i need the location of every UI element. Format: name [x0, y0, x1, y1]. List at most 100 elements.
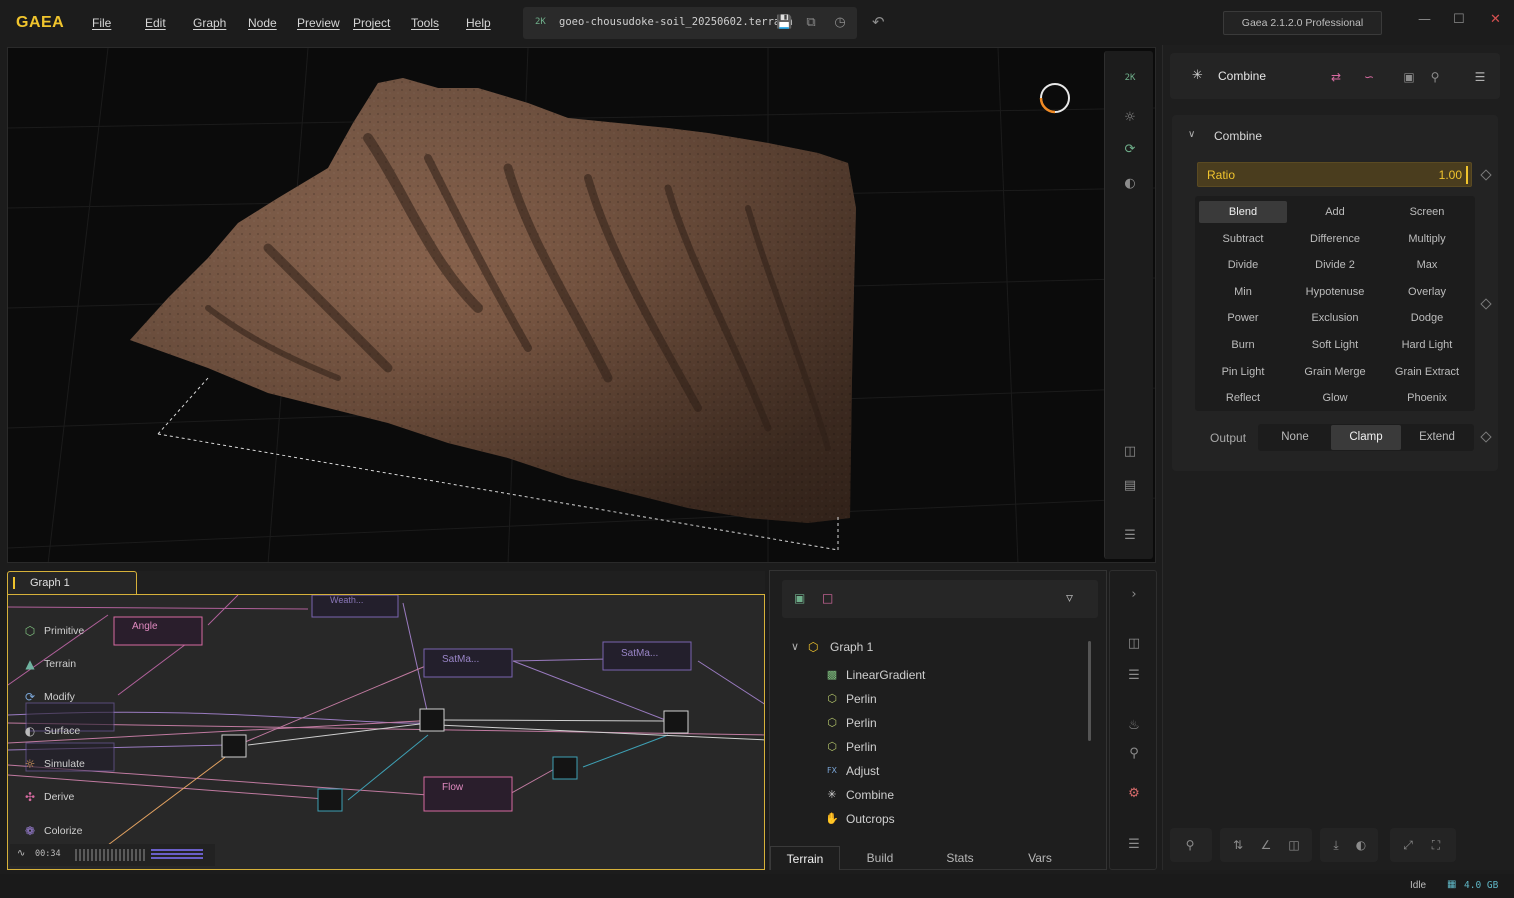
minimize-icon[interactable]: —: [1418, 12, 1431, 27]
hamburger-icon[interactable]: ☰: [1471, 68, 1489, 86]
mode-hypotenuse[interactable]: Hypotenuse: [1291, 281, 1379, 303]
tree-scrollbar[interactable]: [1088, 641, 1091, 741]
mode-overlay[interactable]: Overlay: [1383, 281, 1471, 303]
mode-multiply[interactable]: Multiply: [1383, 228, 1471, 250]
chevron-down-icon[interactable]: ∨: [1188, 129, 1195, 140]
mode-divide[interactable]: Divide: [1199, 254, 1287, 276]
pin-icon[interactable]: ⤓: [1328, 837, 1344, 853]
tree-item[interactable]: ✋ Outcrops: [825, 811, 1025, 829]
sun-icon[interactable]: ☼: [1121, 109, 1139, 127]
mode-phoenix[interactable]: Phoenix: [1383, 387, 1471, 409]
branch-icon[interactable]: ⚲: [1426, 68, 1444, 86]
node-weathering-title[interactable]: Weath...: [330, 595, 363, 605]
tree-item[interactable]: ▩ LinearGradient: [825, 667, 1025, 685]
tab-graph-1[interactable]: Graph 1: [7, 571, 137, 595]
category-modify[interactable]: ⟳ Modify: [10, 684, 100, 710]
mode-difference[interactable]: Difference: [1291, 228, 1379, 250]
category-surface[interactable]: ◐ Surface: [10, 718, 100, 744]
fullscreen-icon[interactable]: ⛶: [1428, 837, 1444, 853]
category-derive[interactable]: ✣ Derive: [10, 784, 100, 810]
mode-hard-light[interactable]: Hard Light: [1383, 334, 1471, 356]
viewport-menu-icon[interactable]: ☰: [1121, 527, 1139, 545]
mode-dodge[interactable]: Dodge: [1383, 307, 1471, 329]
swap-icon[interactable]: ⇄: [1327, 68, 1345, 86]
version-badge[interactable]: Gaea 2.1.2.0 Professional: [1223, 11, 1382, 35]
menu-file[interactable]: File: [92, 16, 111, 30]
history-icon[interactable]: ◷: [832, 15, 848, 31]
section-title[interactable]: Combine: [1214, 129, 1262, 143]
flame-icon[interactable]: ♨: [1125, 717, 1143, 735]
mode-max[interactable]: Max: [1383, 254, 1471, 276]
tab-vars[interactable]: Vars: [1008, 846, 1072, 870]
mode-glow[interactable]: Glow: [1291, 387, 1379, 409]
node-angle-title[interactable]: Angle: [132, 621, 158, 632]
undo-icon[interactable]: ↶: [872, 13, 888, 31]
menu-node[interactable]: Node: [248, 16, 277, 30]
refresh-icon[interactable]: ⟳: [1121, 141, 1139, 159]
menu-graph[interactable]: Graph: [193, 16, 226, 30]
mode-subtract[interactable]: Subtract: [1199, 228, 1287, 250]
mode-grain-merge[interactable]: Grain Merge: [1291, 361, 1379, 383]
output-extend[interactable]: Extend: [1402, 425, 1472, 450]
3d-viewport[interactable]: [7, 47, 1156, 563]
mode-exclusion[interactable]: Exclusion: [1291, 307, 1379, 329]
save-copy-icon[interactable]: ⧉: [803, 15, 819, 31]
close-icon[interactable]: ✕: [1490, 12, 1501, 27]
category-primitive[interactable]: ⬡ Primitive: [10, 618, 100, 644]
category-simulate[interactable]: ☼ Simulate: [10, 751, 100, 777]
deselect-icon[interactable]: □: [822, 591, 833, 605]
tree-item[interactable]: ✳ Combine: [825, 787, 1025, 805]
menu-tools[interactable]: Tools: [411, 16, 439, 30]
maximize-icon[interactable]: ☐: [1453, 12, 1465, 27]
tab-terrain[interactable]: Terrain: [770, 846, 840, 870]
mode-soft-light[interactable]: Soft Light: [1291, 334, 1379, 356]
mode-pin-light[interactable]: Pin Light: [1199, 361, 1287, 383]
curve-icon[interactable]: ∽: [1360, 68, 1378, 86]
menu-help[interactable]: Help: [466, 16, 491, 30]
output-clamp[interactable]: Clamp: [1331, 425, 1401, 450]
mode-divide-2[interactable]: Divide 2: [1291, 254, 1379, 276]
mode-burn[interactable]: Burn: [1199, 334, 1287, 356]
ratio-slider[interactable]: Ratio 1.00: [1197, 162, 1472, 187]
menu-project[interactable]: Project: [353, 16, 390, 30]
tab-build[interactable]: Build: [848, 846, 912, 870]
hierarchy-icon[interactable]: ☰: [1125, 667, 1143, 685]
menu-edit[interactable]: Edit: [145, 16, 166, 30]
chevron-down-icon[interactable]: ∨: [788, 640, 802, 654]
node-graph[interactable]: Angle Weath... SatMa... SatMa... Flow: [7, 594, 765, 870]
node-satmap-title[interactable]: SatMa...: [442, 654, 479, 665]
menu-preview[interactable]: Preview: [297, 16, 340, 30]
select-icon[interactable]: ▣: [794, 591, 805, 605]
category-colorize[interactable]: ❁ Colorize: [10, 818, 100, 844]
chevron-right-icon[interactable]: ›: [1125, 586, 1143, 604]
list-icon[interactable]: ☰: [1125, 836, 1143, 854]
tree-item[interactable]: ⬡ Perlin: [825, 739, 1025, 757]
tree-item[interactable]: FX Adjust: [825, 763, 1025, 781]
tree-item[interactable]: ⬡ Perlin: [825, 715, 1025, 733]
tree-item[interactable]: ⬡ Perlin: [825, 691, 1025, 709]
sort-icon[interactable]: ⇅: [1230, 837, 1246, 853]
columns-icon[interactable]: ◫: [1286, 837, 1302, 853]
network-icon[interactable]: ⚲: [1125, 745, 1143, 763]
mode-power[interactable]: Power: [1199, 307, 1287, 329]
layout-icon[interactable]: ▤: [1121, 477, 1139, 495]
robot-icon[interactable]: ⚙: [1125, 785, 1143, 803]
tab-stats[interactable]: Stats: [928, 846, 992, 870]
node-flow-title[interactable]: Flow: [442, 782, 463, 793]
category-terrain[interactable]: ▲ Terrain: [10, 651, 100, 677]
node-satmap-title[interactable]: SatMa...: [621, 648, 658, 659]
mode-min[interactable]: Min: [1199, 281, 1287, 303]
angle-icon[interactable]: ∠: [1258, 837, 1274, 853]
bookmark-icon[interactable]: ◫: [1125, 635, 1143, 653]
contrast-icon[interactable]: ◐: [1353, 837, 1369, 853]
output-none[interactable]: None: [1260, 425, 1330, 450]
tree-root-graph-1[interactable]: ∨ ⬡ Graph 1: [788, 639, 938, 657]
preview-icon[interactable]: ▣: [1400, 68, 1418, 86]
collapse-icon[interactable]: ⤢: [1400, 837, 1416, 853]
save-icon[interactable]: 💾: [776, 15, 792, 31]
mode-screen[interactable]: Screen: [1383, 201, 1471, 223]
resolution-toggle[interactable]: 2K: [1121, 69, 1139, 87]
mode-grain-extract[interactable]: Grain Extract: [1383, 361, 1471, 383]
mode-blend[interactable]: Blend: [1199, 201, 1287, 223]
shading-icon[interactable]: ◐: [1121, 175, 1139, 193]
